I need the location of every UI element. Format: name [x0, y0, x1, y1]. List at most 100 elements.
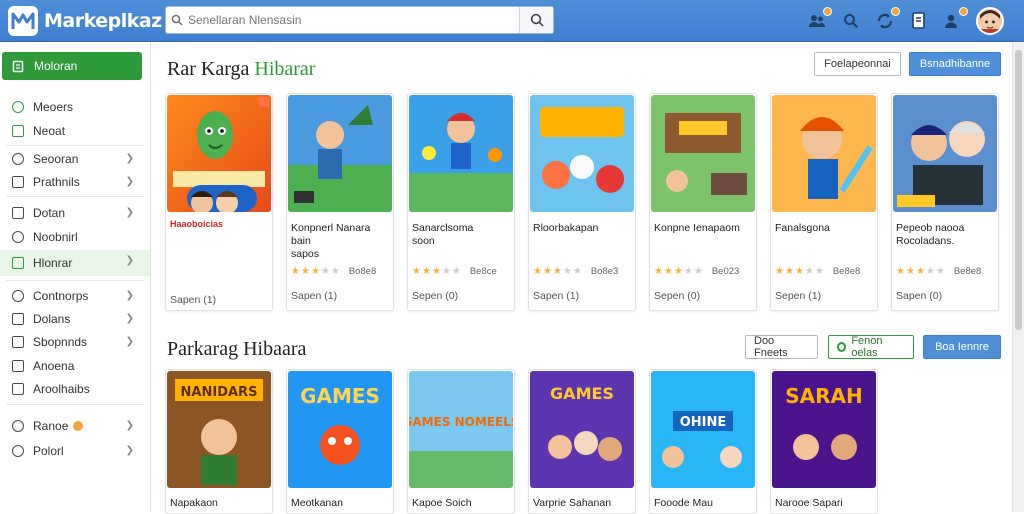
app-card[interactable]: Pepeob naooa Rocoladans. ★ ★ ★ ★ ★ Be8e8 Sape…: [891, 93, 999, 311]
settings-icon: [12, 445, 24, 457]
logo-mark-icon: [8, 6, 38, 36]
app-title: Napakaon: [170, 497, 218, 509]
chevron-right-icon: ❯: [125, 290, 134, 301]
app-title: Varprie Sahanan: [533, 497, 612, 509]
app-thumbnail: [288, 95, 392, 212]
copy-icon: [12, 336, 24, 348]
box-icon: [12, 176, 24, 188]
chevron-right-icon: ❯: [125, 313, 134, 324]
sidebar-item-home[interactable]: Moloran: [2, 52, 142, 80]
rating: ★ ★ ★ ★ ★ Be8e8: [896, 266, 982, 277]
app-card[interactable]: Fanalsgona ★ ★ ★ ★ ★ Be8e8 Sepen (1): [770, 93, 878, 311]
sidebar-item[interactable]: Ranoe ❯: [0, 415, 150, 437]
app-card[interactable]: NANIDARS Napakaon: [165, 369, 273, 514]
avatar[interactable]: [976, 7, 1004, 35]
sidebar-item[interactable]: Anoena: [0, 355, 150, 377]
users-icon[interactable]: [806, 7, 832, 32]
sidebar-item[interactable]: Seooran ❯: [0, 148, 150, 170]
section-title: Rar Karga Hibarar: [167, 58, 316, 80]
tag-icon: [12, 257, 24, 269]
primary-button[interactable]: Boa Iennre: [923, 335, 1001, 359]
sidebar-item[interactable]: Prathnils ❯: [0, 171, 150, 193]
sidebar: Moloran Meoers Neoat Seooran ❯ Prathnils ❯…: [0, 42, 151, 512]
square-icon: [12, 207, 24, 219]
app-card[interactable]: SARAH Narooe Sapari: [770, 369, 878, 514]
chart-icon: [12, 383, 24, 395]
chevron-right-icon: ❯: [125, 255, 134, 266]
app-thumbnail: GAMES: [530, 371, 634, 488]
chevron-right-icon: ❯: [125, 207, 134, 218]
app-thumbnail: [409, 95, 513, 212]
app-card[interactable]: Sanarclsoma soon ★ ★ ★ ★ ★ Be8ce Sepen (0): [407, 93, 515, 311]
lock-icon: [12, 231, 24, 243]
sidebar-item[interactable]: Sbopnnds ❯: [0, 331, 150, 353]
app-subtitle: Sepen (0): [412, 290, 459, 302]
sidebar-item[interactable]: Aroolhaibs: [0, 378, 150, 400]
search-input[interactable]: [188, 7, 519, 33]
sidebar-item-active[interactable]: Hlonrar ❯: [0, 250, 150, 276]
sidebar-item[interactable]: Meoers: [0, 96, 150, 118]
app-card[interactable]: GAMES NOMEELS Kapoe Soich: [407, 369, 515, 514]
main-content: Rar Karga Hibarar Foelapeonnai Bsnadhiba…: [151, 42, 1011, 514]
notification-badge: [959, 7, 968, 16]
app-thumbnail: [651, 95, 755, 212]
sidebar-item[interactable]: Polorl ❯: [0, 440, 150, 462]
sidebar-item[interactable]: Dotan ❯: [0, 202, 150, 224]
app-thumbnail: NANIDARS: [167, 371, 271, 488]
app-card[interactable]: Konpne Ienapaom ★ ★ ★ ★ ★ Be023 Sepen (0): [649, 93, 757, 311]
app-card[interactable]: Haaoboicias Sapen (1): [165, 93, 273, 311]
home-icon: [12, 60, 24, 72]
app-card[interactable]: Konpnerl Nanara bain sapos ★ ★ ★ ★ ★ Bo8e8 Sa…: [286, 93, 394, 311]
search-header-icon[interactable]: [840, 10, 862, 32]
document-icon[interactable]: [908, 10, 930, 32]
chevron-right-icon: ❯: [125, 176, 134, 187]
chevron-right-icon: ❯: [125, 336, 134, 347]
app-card[interactable]: Rloorbakapan ★ ★ ★ ★ ★ Bo8e3 Sapen (1): [528, 93, 636, 311]
app-card[interactable]: GAMES Meotkanan: [286, 369, 394, 514]
sidebar-home-label: Moloran: [34, 59, 78, 73]
search-icon: [166, 14, 188, 26]
sidebar-item[interactable]: Neoat: [0, 120, 150, 142]
green-button[interactable]: Fenon oelas: [828, 335, 914, 359]
rating: ★ ★ ★ ★ ★ Bo8e3: [533, 266, 619, 277]
pencil-icon: [12, 360, 24, 372]
app-title: Fooode Mau: [654, 497, 713, 509]
svg-text:OHINE: OHINE: [680, 415, 727, 430]
svg-text:NANIDARS: NANIDARS: [181, 385, 258, 400]
app-title: Fanalsgona: [775, 222, 830, 234]
app-thumbnail: [167, 95, 271, 212]
circle-icon: [837, 342, 847, 352]
primary-button[interactable]: Bsnadhibanne: [909, 52, 1001, 76]
rating: ★ ★ ★ ★ ★ Bo8e8: [291, 266, 377, 277]
app-title: Rloorbakapan: [533, 222, 599, 234]
scrollbar[interactable]: [1012, 42, 1024, 512]
secondary-button[interactable]: Doo Fneets: [745, 335, 818, 359]
scrollbar-thumb[interactable]: [1015, 50, 1022, 330]
svg-text:SARAH: SARAH: [785, 384, 863, 408]
chevron-right-icon: ❯: [125, 445, 134, 456]
app-title: Pepeob naooa Rocoladans.: [896, 222, 965, 247]
secondary-button[interactable]: Foelapeonnai: [814, 52, 901, 76]
app-logo[interactable]: Markeplkaz: [8, 5, 162, 37]
sync-icon[interactable]: [874, 7, 900, 32]
app-thumbnail: [893, 95, 997, 212]
rating: ★ ★ ★ ★ ★ Be8e8: [775, 266, 861, 277]
svg-text:GAMES NOMEELS: GAMES NOMEELS: [409, 415, 513, 429]
search-bar: [165, 6, 554, 34]
app-thumbnail: [772, 95, 876, 212]
section-title: Parkarag Hibaara: [167, 338, 307, 360]
app-card[interactable]: OHINE Fooode Mau: [649, 369, 757, 514]
app-title: Kapoe Soich: [412, 497, 472, 509]
rating: ★ ★ ★ ★ ★ Be8ce: [412, 266, 497, 277]
app-subtitle: Sapen (0): [896, 290, 943, 302]
app-name: Markeplkaz: [44, 10, 162, 32]
search-button[interactable]: [519, 7, 553, 33]
sidebar-item[interactable]: Dolans ❯: [0, 308, 150, 330]
chevron-right-icon: ❯: [125, 153, 134, 164]
chevron-right-icon: ❯: [125, 420, 134, 431]
user-plus-icon[interactable]: [942, 7, 968, 32]
app-card[interactable]: GAMES Varprie Sahanan: [528, 369, 636, 514]
top-header: Markeplkaz: [0, 0, 1024, 42]
sidebar-item[interactable]: Noobnirl: [0, 226, 150, 248]
sidebar-item[interactable]: Contnorps ❯: [0, 285, 150, 307]
